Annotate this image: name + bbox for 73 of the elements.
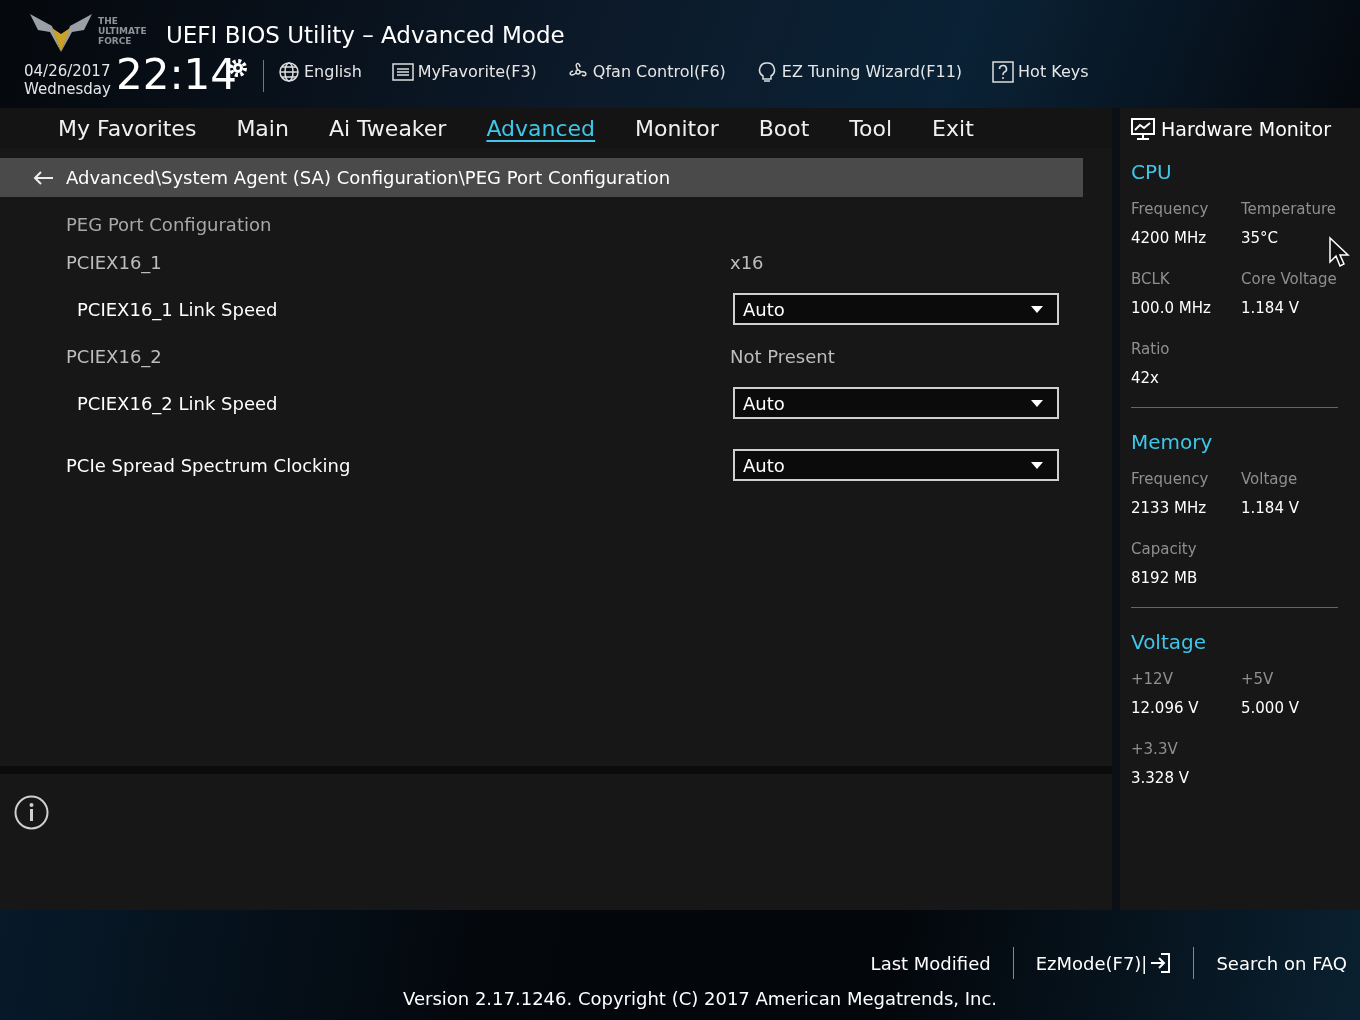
monitor-label: +3.3V (1131, 739, 1179, 760)
dropdown-caret-icon (1031, 399, 1043, 407)
setting-label: PCIe Spread Spectrum Clocking (66, 453, 352, 478)
setting-value: Not Present (730, 344, 835, 369)
monitor-label: Voltage (1241, 469, 1299, 490)
clock-time: 22:14 (116, 50, 238, 100)
panel-title: Hardware Monitor (1161, 116, 1331, 142)
menu-tab[interactable]: Monitor (635, 111, 719, 145)
monitor-value: 35°C (1241, 227, 1280, 249)
logo-text: ULTIMATE (98, 26, 147, 36)
dropdown[interactable]: Auto (733, 293, 1059, 325)
monitor-value: 5.000 V (1241, 697, 1300, 719)
monitor-label: Temperature (1241, 199, 1338, 220)
globe-icon (278, 61, 300, 83)
monitor-value: 1.184 V (1241, 497, 1300, 519)
monitor-value: 4200 MHz (1131, 227, 1208, 249)
setting-label: PCIEX16_1 (66, 250, 163, 276)
section-heading: PEG Port Configuration (66, 212, 273, 237)
breadcrumb-path: Advanced\System Agent (SA) Configuration\PEG Port Configuration (66, 166, 671, 190)
footer-link[interactable]: EzMode(F7)| (1035, 949, 1148, 977)
section-title: Voltage (1131, 629, 1208, 656)
list-icon (391, 61, 414, 83)
setting-value: x16 (730, 250, 764, 275)
footer-link[interactable]: Search on FAQ (1216, 949, 1347, 977)
monitor-value: 1.184 V (1241, 297, 1300, 319)
monitor-value: 100.0 MHz (1131, 297, 1212, 319)
version-text: Version 2.17.1246. Copyright (C) 2017 American Megatrends, Inc. (403, 987, 998, 1011)
monitor-label: Core Voltage (1241, 269, 1338, 290)
menu-tab[interactable]: My Favorites (58, 111, 197, 145)
monitor-value: 8192 MB (1131, 567, 1199, 589)
monitor-value: 2133 MHz (1131, 497, 1208, 519)
logo-text: FORCE (98, 36, 133, 46)
section-title: Memory (1131, 429, 1214, 456)
info-icon (14, 795, 49, 830)
monitor-value: 42x (1131, 367, 1160, 389)
dropdown-caret-icon (1031, 305, 1043, 313)
logo-text: THE (98, 16, 119, 26)
menu-tab[interactable]: Ai Tweaker (328, 111, 447, 145)
menu-tab[interactable]: Advanced (486, 111, 596, 145)
monitor-chart-icon (1131, 118, 1155, 140)
weekday-text: Wednesday (24, 80, 111, 98)
monitor-label: Frequency (1131, 469, 1210, 490)
setting-label: PCIEX16_2 (66, 344, 163, 370)
dropdown[interactable]: Auto (733, 387, 1059, 419)
monitor-label: +5V (1241, 669, 1275, 690)
toolbar-button[interactable]: English (304, 60, 362, 84)
window-title: UEFI BIOS Utility – Advanced Mode (166, 21, 565, 50)
monitor-label: Frequency (1131, 199, 1210, 220)
toolbar-button[interactable]: EZ Tuning Wizard(F11) (781, 60, 963, 84)
exit-arrow-icon (1149, 952, 1172, 974)
monitor-label: Ratio (1131, 339, 1171, 360)
monitor-label: BCLK (1131, 269, 1171, 290)
help-icon (992, 61, 1015, 83)
setting-label: PCIEX16_1 Link Speed (77, 297, 279, 323)
toolbar-button[interactable]: MyFavorite(F3) (417, 60, 537, 84)
menu-tab[interactable]: Tool (849, 111, 893, 145)
date-text: 04/26/2017 (24, 62, 111, 80)
menu-tab[interactable]: Exit (932, 111, 974, 145)
dropdown-caret-icon (1031, 461, 1043, 469)
menu-tab[interactable]: Main (236, 111, 289, 145)
setting-label: PCIEX16_2 Link Speed (77, 391, 279, 417)
monitor-value: 3.328 V (1131, 767, 1190, 789)
dropdown[interactable]: Auto (733, 449, 1059, 481)
monitor-label: Capacity (1131, 539, 1198, 560)
toolbar-button[interactable]: Hot Keys (1018, 60, 1089, 84)
toolbar-button[interactable]: Qfan Control(F6) (592, 60, 726, 84)
footer-link[interactable]: Last Modified (870, 949, 991, 977)
mouse-pointer-icon (1328, 236, 1350, 270)
back-arrow-icon (32, 169, 54, 186)
menu-tab[interactable]: Boot (758, 111, 810, 145)
monitor-value: 12.096 V (1131, 697, 1200, 719)
section-title: CPU (1131, 159, 1173, 186)
monitor-label: +12V (1131, 669, 1174, 690)
